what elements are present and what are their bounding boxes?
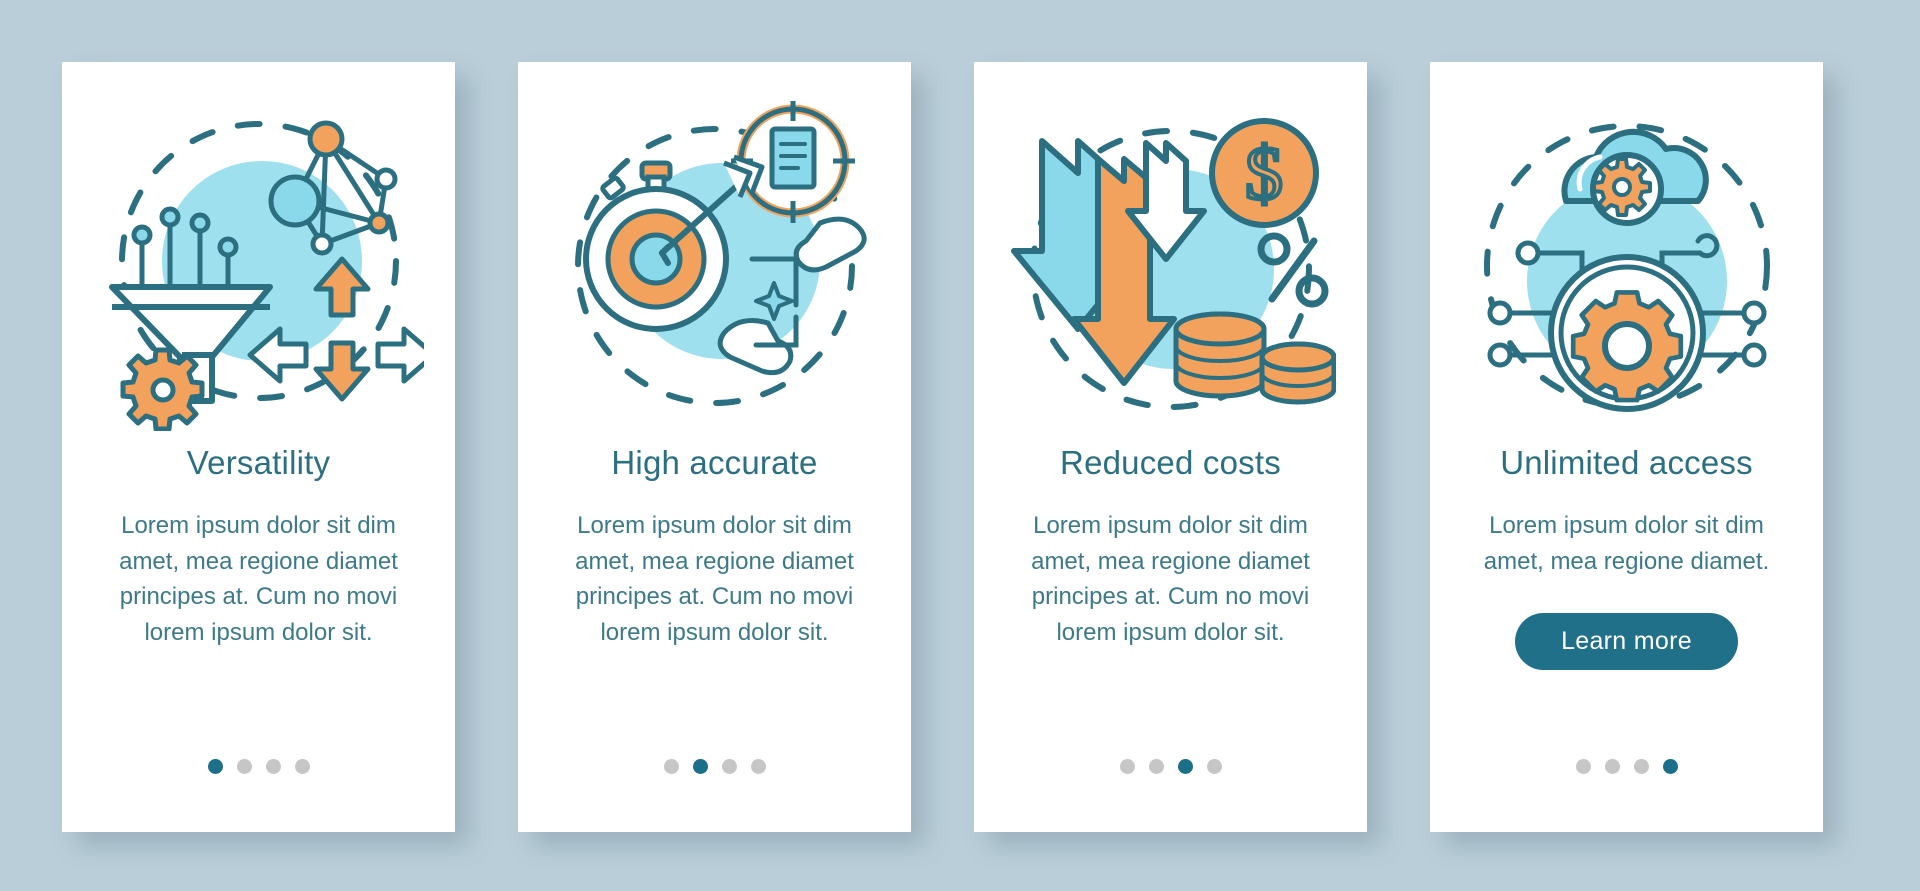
page-dot-3[interactable] xyxy=(1633,759,1649,774)
page-dot-3[interactable] xyxy=(265,759,281,774)
card-title: Unlimited access xyxy=(1500,444,1753,481)
page-dot-1[interactable] xyxy=(663,759,679,774)
card-body-text: Lorem ipsum dolor sit dim amet, mea regi… xyxy=(119,512,398,646)
stopwatch-target-arrow-document-icon xyxy=(550,96,880,436)
funnel-network-arrows-gear-icon xyxy=(94,96,424,436)
page-indicator-dots[interactable] xyxy=(518,759,911,774)
svg-text:$: $ xyxy=(1245,132,1283,216)
page-indicator-dots[interactable] xyxy=(1430,759,1823,774)
page-dot-1[interactable] xyxy=(207,759,223,774)
page-dot-2[interactable] xyxy=(1604,759,1620,774)
page-dot-4[interactable] xyxy=(1206,759,1222,774)
page-dot-3[interactable] xyxy=(721,759,737,774)
onboarding-card-high-accurate[interactable]: High accurate Lorem ipsum dolor sit dim … xyxy=(518,62,911,832)
page-dot-3[interactable] xyxy=(1177,759,1193,774)
down-arrows-dollar-coins-percent-icon: $ xyxy=(1006,96,1336,436)
page-dot-1[interactable] xyxy=(1575,759,1591,774)
onboarding-card-list: Versatility Lorem ipsum dolor sit dim am… xyxy=(62,62,1823,832)
card-body-text: Lorem ipsum dolor sit dim amet, mea regi… xyxy=(575,512,854,646)
onboarding-card-versatility[interactable]: Versatility Lorem ipsum dolor sit dim am… xyxy=(62,62,455,832)
card-title: Versatility xyxy=(186,444,331,481)
onboarding-screens-stage: Versatility Lorem ipsum dolor sit dim am… xyxy=(0,0,1920,891)
page-indicator-dots[interactable] xyxy=(974,759,1367,774)
learn-more-button[interactable]: Learn more xyxy=(1515,613,1738,671)
card-body-text: Lorem ipsum dolor sit dim amet, mea regi… xyxy=(1483,512,1770,575)
page-indicator-dots[interactable] xyxy=(62,759,455,774)
page-dot-4[interactable] xyxy=(1662,759,1678,774)
page-dot-2[interactable] xyxy=(692,759,708,774)
page-dot-4[interactable] xyxy=(294,759,310,774)
page-dot-2[interactable] xyxy=(1148,759,1164,774)
page-dot-4[interactable] xyxy=(750,759,766,774)
cloud-gear-circuit-icon xyxy=(1462,96,1792,436)
card-title: Reduced costs xyxy=(1060,444,1281,481)
page-dot-1[interactable] xyxy=(1119,759,1135,774)
onboarding-card-reduced-costs[interactable]: $ Reduced costs Lorem ipsum dolor sit di… xyxy=(974,62,1367,832)
card-title: High accurate xyxy=(611,444,818,481)
onboarding-card-unlimited-access[interactable]: Unlimited access Lorem ipsum dolor sit d… xyxy=(1430,62,1823,832)
card-body-text: Lorem ipsum dolor sit dim amet, mea regi… xyxy=(1031,512,1310,646)
page-dot-2[interactable] xyxy=(236,759,252,774)
